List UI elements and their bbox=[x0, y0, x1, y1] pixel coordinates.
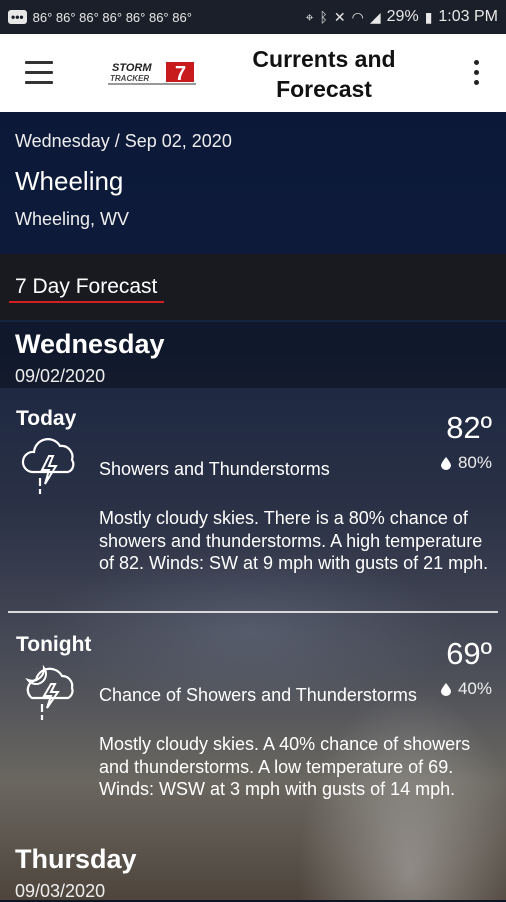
precip-chance-tonight: 40% bbox=[440, 679, 492, 699]
temperature-tonight: 69º bbox=[446, 636, 492, 671]
wifi-icon: ◠ bbox=[351, 8, 364, 25]
more-notifications-icon: ••• bbox=[8, 10, 27, 24]
period-label-today: Today bbox=[16, 407, 77, 430]
description-today: Mostly cloudy skies. There is a 80% chan… bbox=[99, 508, 489, 573]
bluetooth-icon: ᛒ bbox=[319, 9, 328, 25]
battery-icon: ▮ bbox=[424, 8, 433, 25]
day-date: 09/03/2020 bbox=[15, 881, 106, 901]
logo-text-bottom: TRACKER bbox=[110, 74, 149, 83]
night-thunderstorm-icon bbox=[25, 664, 74, 720]
precip-value: 40% bbox=[457, 679, 492, 698]
logo-number: 7 bbox=[175, 63, 186, 85]
app-bar: 7 STORM TRACKER Currents and Forecast bbox=[0, 34, 506, 112]
signal-icon: ◢ bbox=[369, 8, 381, 25]
description-tonight: Mostly cloudy skies. A 40% chance of sho… bbox=[99, 734, 471, 799]
tab-indicator bbox=[9, 301, 164, 303]
mute-icon: ✕ bbox=[333, 8, 346, 25]
battery-level: 29% bbox=[386, 8, 419, 25]
page-title-line2: Forecast bbox=[276, 76, 372, 102]
raindrop-icon bbox=[440, 456, 451, 470]
storm-tracker-logo: 7 STORM TRACKER bbox=[108, 62, 196, 85]
thunderstorm-icon bbox=[21, 438, 75, 494]
current-date: Wednesday / Sep 02, 2020 bbox=[15, 131, 232, 151]
period-label-tonight: Tonight bbox=[16, 633, 92, 656]
status-bar: ••• 86° 86° 86° 86° 86° 86° 86° ⌖ ᛒ ✕ ◠ … bbox=[0, 0, 506, 34]
clock: 1:03 PM bbox=[438, 8, 498, 25]
precip-value: 80% bbox=[457, 453, 492, 472]
menu-icon[interactable] bbox=[25, 61, 53, 85]
condition-today: Showers and Thunderstorms bbox=[99, 459, 330, 479]
day-date: 09/02/2020 bbox=[15, 366, 106, 386]
location-subtitle: Wheeling, WV bbox=[15, 209, 130, 229]
precip-chance-today: 80% bbox=[440, 453, 492, 473]
page-title-line1: Currents and bbox=[252, 46, 396, 72]
location-name: Wheeling bbox=[15, 166, 124, 196]
status-temps: 86° 86° 86° 86° 86° 86° 86° bbox=[32, 9, 192, 25]
day-name: Wednesday bbox=[15, 329, 165, 359]
day-name: Thursday bbox=[15, 844, 137, 874]
logo-text-top: STORM bbox=[112, 62, 152, 74]
location-icon: ⌖ bbox=[305, 8, 314, 25]
raindrop-icon bbox=[440, 682, 451, 696]
tab-7-day-forecast[interactable]: 7 Day Forecast bbox=[15, 275, 157, 299]
condition-tonight: Chance of Showers and Thunderstorms bbox=[99, 685, 417, 705]
page-title: Currents and Forecast bbox=[240, 44, 408, 104]
period-divider bbox=[8, 611, 498, 613]
overflow-menu-icon[interactable] bbox=[466, 60, 486, 88]
temperature-today: 82º bbox=[446, 410, 492, 445]
